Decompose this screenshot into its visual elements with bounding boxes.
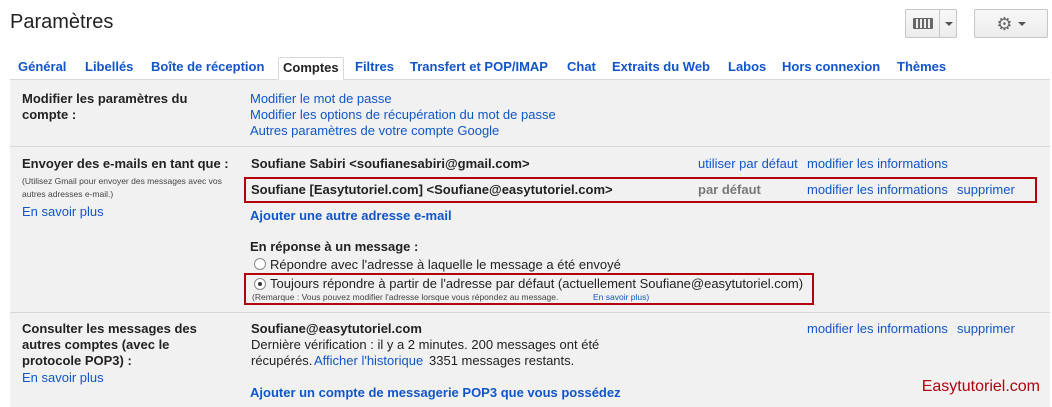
settings-button[interactable]: ⚙	[974, 9, 1048, 38]
google-account-settings-link[interactable]: Autres paramètres de votre compte Google	[250, 123, 499, 139]
edit-info-link[interactable]: modifier les informations	[807, 182, 948, 198]
pop3-delete-link[interactable]: supprimer	[957, 321, 1015, 337]
change-password-link[interactable]: Modifier le mot de passe	[250, 91, 392, 107]
tab-filters[interactable]: Filtres	[351, 57, 398, 80]
gear-icon: ⚙	[996, 13, 1013, 34]
tab-inbox[interactable]: Boîte de réception	[147, 57, 268, 80]
tab-web-clips[interactable]: Extraits du Web	[608, 57, 714, 80]
page-title: Paramètres	[10, 11, 114, 33]
tab-forwarding[interactable]: Transfert et POP/IMAP	[406, 57, 552, 80]
tab-labels[interactable]: Libellés	[81, 57, 137, 80]
send-as-learn-more-link[interactable]: En savoir plus	[22, 204, 104, 220]
watermark: Easytutoriel.com	[921, 378, 1040, 395]
input-tools-button[interactable]	[905, 9, 957, 38]
send-as-address: Soufiane Sabiri <soufianesabiri@gmail.co…	[251, 156, 530, 171]
edit-info-link[interactable]: modifier les informations	[807, 156, 948, 172]
reply-from-default-radio[interactable]	[254, 278, 266, 290]
reply-label: En réponse à un message :	[250, 239, 419, 254]
add-pop3-account-link[interactable]: Ajouter un compte de messagerie POP3 que…	[250, 385, 621, 401]
pop3-edit-info-link[interactable]: modifier les informations	[807, 321, 948, 337]
chevron-down-icon	[945, 21, 953, 26]
reply-note-learn-more-link[interactable]: En savoir plus)	[593, 291, 649, 304]
pop3-account: Soufiane@easytutoriel.com	[251, 321, 422, 336]
last-check-text: récupérés.	[251, 353, 313, 368]
tab-general[interactable]: Général	[14, 57, 70, 80]
add-email-address-link[interactable]: Ajouter une autre adresse e-mail	[250, 208, 452, 224]
send-as-label: Envoyer des e-mails en tant que :	[22, 156, 229, 171]
reply-option-label: Toujours répondre à partir de l'adresse …	[270, 276, 804, 291]
pop3-label: Consulter les messages des autres compte…	[22, 321, 197, 368]
send-as-note: (Utilisez Gmail pour envoyer des message…	[22, 176, 222, 199]
settings-tabs: Général Libellés Boîte de réception Comp…	[10, 57, 1050, 80]
reply-option-label: Répondre avec l'adresse à laquelle le me…	[270, 257, 621, 272]
account-settings-label: Modifier les paramètres du compte :	[22, 91, 188, 122]
recovery-options-link[interactable]: Modifier les options de récupération du …	[250, 107, 556, 123]
tab-labs[interactable]: Labos	[724, 57, 770, 80]
tab-accounts[interactable]: Comptes	[278, 57, 344, 80]
tab-offline[interactable]: Hors connexion	[778, 57, 884, 80]
remaining-messages-text: 3351 messages restants.	[429, 353, 575, 368]
reply-note: (Remarque : Vous pouvez modifier l'adres…	[252, 292, 559, 302]
make-default-link[interactable]: utiliser par défaut	[698, 156, 798, 172]
keyboard-icon	[913, 18, 933, 29]
send-as-address: Soufiane [Easytutoriel.com] <Soufiane@ea…	[251, 182, 613, 197]
show-history-link[interactable]: Afficher l'historique	[314, 353, 423, 369]
pop3-learn-more-link[interactable]: En savoir plus	[22, 370, 104, 386]
reply-from-received-radio[interactable]	[254, 258, 266, 270]
tab-themes[interactable]: Thèmes	[893, 57, 950, 80]
chevron-down-icon	[1017, 21, 1026, 26]
last-check-text: Dernière vérification : il y a 2 minutes…	[251, 337, 600, 352]
delete-link[interactable]: supprimer	[957, 182, 1015, 198]
default-badge: par défaut	[698, 182, 761, 197]
tab-chat[interactable]: Chat	[563, 57, 600, 80]
